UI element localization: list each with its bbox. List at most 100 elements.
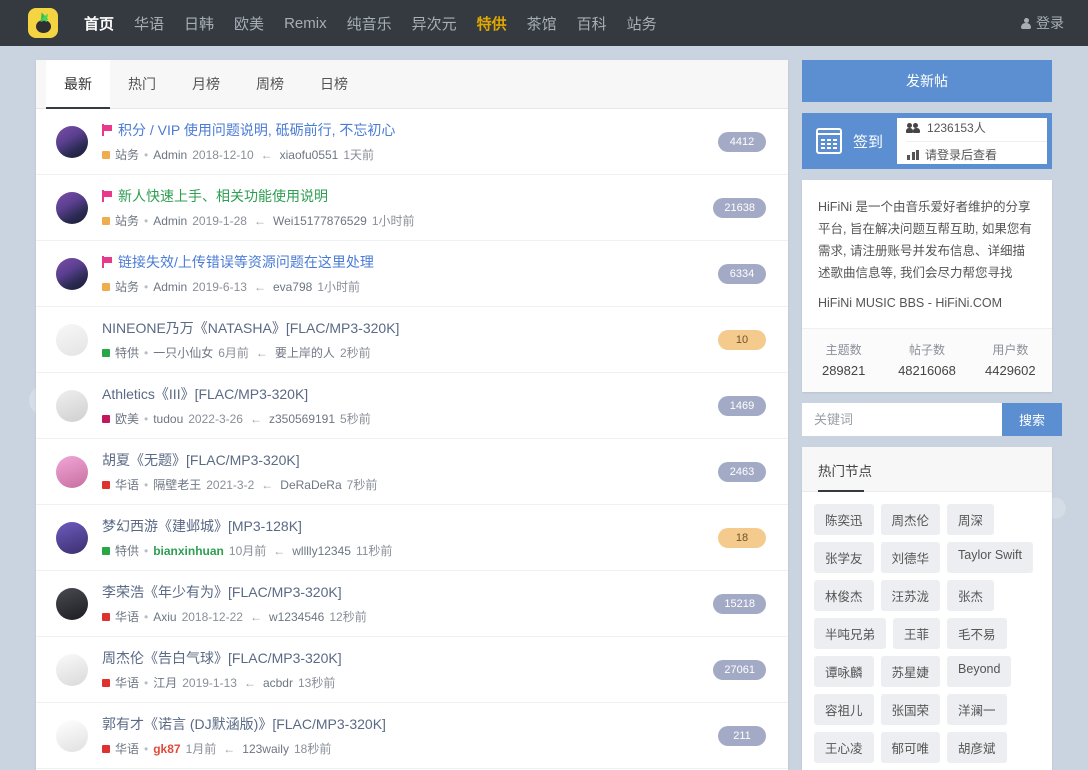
nav-item-0[interactable]: 首页 (74, 7, 124, 40)
hot-node-tag[interactable]: 谭咏麟 (814, 656, 874, 687)
post-category: 特供 (115, 544, 140, 558)
hot-node-tag[interactable]: 张杰 (947, 580, 995, 611)
nav-item-2[interactable]: 日韩 (174, 7, 224, 40)
post-title[interactable]: NINEONE乃万《NATASHA》[FLAC/MP3-320K] (102, 318, 706, 338)
hot-node-tag[interactable]: 郁可唯 (880, 732, 941, 763)
nav-item-8[interactable]: 茶馆 (517, 7, 567, 40)
tab-1[interactable]: 热门 (110, 60, 174, 108)
hot-node-tag[interactable]: Beyond (947, 656, 1012, 687)
post-title[interactable]: 链接失效/上传错误等资源问题在这里处理 (102, 252, 706, 272)
nav-item-4[interactable]: Remix (274, 9, 337, 38)
category-dot-icon (102, 744, 110, 753)
post-author: Admin (153, 147, 188, 162)
avatar[interactable] (56, 653, 88, 686)
hot-node-tag[interactable]: 容祖儿 (814, 694, 874, 725)
post-count-badge: 27061 (713, 659, 766, 680)
search-button[interactable]: 搜索 (1002, 403, 1063, 436)
tab-3[interactable]: 周榜 (238, 60, 302, 108)
hot-node-tag[interactable]: 张国荣 (880, 694, 941, 725)
nav-item-3[interactable]: 欧美 (224, 7, 274, 40)
avatar[interactable] (56, 455, 88, 488)
hot-node-tag[interactable]: 王心凌 (814, 732, 874, 763)
new-post-button[interactable]: 发新帖 (802, 60, 1052, 102)
table-row[interactable]: 新人快速上手、相关功能使用说明 站务 • Admin 2019-1-28 ← Wei1517… (36, 175, 788, 241)
hot-node-tag[interactable]: 林俊杰 (814, 580, 874, 611)
post-title[interactable]: 郭有才《诺言 (DJ默涵版)》[FLAC/MP3-320K] (102, 714, 706, 734)
hot-node-tag[interactable]: 王菲 (893, 618, 941, 649)
nav-item-5[interactable]: 纯音乐 (337, 7, 402, 40)
avatar[interactable] (56, 719, 88, 752)
hot-node-tag[interactable]: 半吨兄弟 (814, 618, 887, 649)
search-input[interactable] (802, 403, 1002, 436)
hot-node-tag[interactable]: 胡彦斌 (947, 732, 1007, 763)
post-body: Athletics《III》[FLAC/MP3-320K] 欧美 • tudou 202… (102, 384, 706, 427)
hot-node-tag[interactable]: 张学友 (814, 542, 874, 573)
signin-login-hint-row[interactable]: 请登录后查看 (907, 141, 1047, 165)
table-row[interactable]: 李荣浩《年少有为》[FLAC/MP3-320K] 华语 • Axiu 2018-12-2… (36, 571, 788, 637)
hot-node-tag[interactable]: 周杰伦 (880, 504, 941, 535)
post-title[interactable]: 积分 / VIP 使用问题说明, 砥砺前行, 不忘初心 (102, 120, 706, 140)
avatar[interactable] (56, 521, 88, 554)
hot-node-tag[interactable]: 汪苏泷 (880, 580, 941, 611)
avatar[interactable] (56, 587, 88, 620)
avatar[interactable] (56, 323, 88, 356)
avatar[interactable] (56, 257, 88, 290)
nav-item-7[interactable]: 特供 (467, 7, 517, 40)
tab-0[interactable]: 最新 (46, 60, 110, 109)
reply-arrow-icon: ← (253, 279, 266, 294)
hot-node-tag[interactable]: 毛不易 (947, 618, 1007, 649)
sidebar: 发新帖 签到 1236153人 请登录后查看 HiFiNi 是一个由音乐爱好者维… (802, 60, 1063, 770)
avatar[interactable] (56, 389, 88, 422)
table-row[interactable]: 周杰伦《告白气球》[FLAC/MP3-320K] 华语 • 江月 2019-1-13 ← a… (36, 637, 788, 703)
meta-separator: • (144, 147, 149, 162)
hot-nodes-title: 热门节点 (802, 447, 1052, 492)
table-row[interactable]: 郭有才《诺言 (DJ默涵版)》[FLAC/MP3-320K] 华语 • gk87 1月前… (36, 703, 788, 769)
nav-item-9[interactable]: 百科 (567, 7, 617, 40)
table-row[interactable]: Athletics《III》[FLAC/MP3-320K] 欧美 • tudou 202… (36, 373, 788, 439)
post-title[interactable]: 李荣浩《年少有为》[FLAC/MP3-320K] (102, 582, 701, 602)
table-row[interactable]: NINEONE乃万《NATASHA》[FLAC/MP3-320K] 特供 • 一只小仙… (36, 307, 788, 373)
nav-item-10[interactable]: 站务 (617, 7, 667, 40)
table-row[interactable]: 胡夏《无题》[FLAC/MP3-320K] 华语 • 隔壁老王 2021-3-2 ← DeR… (36, 439, 788, 505)
nav-item-1[interactable]: 华语 (124, 7, 174, 40)
post-title[interactable]: Athletics《III》[FLAC/MP3-320K] (102, 384, 706, 404)
site-logo-icon[interactable] (28, 8, 58, 38)
hot-node-tag[interactable]: 刘德华 (880, 542, 941, 573)
table-row[interactable]: 梦幻西游《建邺城》[MP3-128K] 特供 • bianxinhuan 10月前 ← wl… (36, 505, 788, 571)
hot-node-tag[interactable]: 陈奕迅 (814, 504, 874, 535)
tab-2[interactable]: 月榜 (174, 60, 238, 108)
post-author: gk87 (153, 741, 181, 756)
category-dot-icon (102, 546, 110, 555)
avatar[interactable] (56, 191, 88, 224)
stat-key: 主题数 (825, 343, 862, 357)
post-title[interactable]: 胡夏《无题》[FLAC/MP3-320K] (102, 450, 706, 470)
post-list: 积分 / VIP 使用问题说明, 砥砺前行, 不忘初心 站务 • Admin 2018-… (36, 109, 788, 770)
signin-button[interactable]: 签到 (802, 113, 897, 169)
hot-node-tag[interactable]: 周深 (947, 504, 995, 535)
post-last-user: eva798 (272, 279, 313, 294)
meta-separator: • (144, 213, 149, 228)
hot-node-tag[interactable]: 苏星婕 (880, 656, 941, 687)
post-author: 一只小仙女 (153, 346, 214, 360)
stat-value: 4429602 (985, 363, 1036, 378)
reply-arrow-icon: ← (249, 609, 262, 624)
tab-4[interactable]: 日榜 (302, 60, 366, 108)
table-row[interactable]: 链接失效/上传错误等资源问题在这里处理 站务 • Admin 2019-6-13 ← eva… (36, 241, 788, 307)
post-title[interactable]: 新人快速上手、相关功能使用说明 (102, 186, 701, 206)
about-line-2: HiFiNi MUSIC BBS - HiFiNi.COM (818, 296, 1003, 310)
hot-node-tag[interactable]: Taylor Swift (947, 542, 1033, 573)
hot-node-tag[interactable]: 洋澜一 (947, 694, 1007, 725)
post-title[interactable]: 梦幻西游《建邺城》[MP3-128K] (102, 516, 706, 536)
post-count-badge: 211 (718, 725, 766, 746)
post-last-time: 5秒前 (340, 412, 371, 426)
post-last-time: 18秒前 (293, 742, 332, 756)
table-row[interactable]: 积分 / VIP 使用问题说明, 砥砺前行, 不忘初心 站务 • Admin 2018-… (36, 109, 788, 175)
nav-item-6[interactable]: 异次元 (402, 7, 467, 40)
post-category: 站务 (115, 280, 140, 294)
post-last-time: 11秒前 (355, 544, 393, 558)
avatar[interactable] (56, 125, 88, 158)
post-title[interactable]: 周杰伦《告白气球》[FLAC/MP3-320K] (102, 648, 701, 668)
signin-login-hint: 请登录后查看 (925, 148, 998, 162)
login-button[interactable]: 登录 (1021, 13, 1064, 33)
post-date: 2019-6-13 (192, 279, 247, 294)
